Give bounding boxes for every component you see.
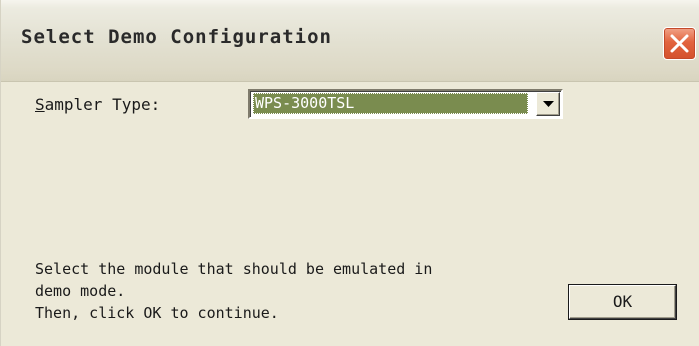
sampler-type-label-accelerator: S	[35, 95, 45, 114]
sampler-type-label-text: ampler Type:	[44, 95, 161, 114]
chevron-down-icon	[543, 101, 554, 107]
ok-button[interactable]: OK	[569, 285, 676, 319]
close-icon	[670, 34, 689, 53]
window-title: Select Demo Configuration	[21, 26, 332, 48]
instruction-line-3: Then, click OK to continue.	[35, 304, 279, 322]
close-button[interactable]	[663, 27, 696, 60]
sampler-type-label: Sampler Type:	[35, 95, 160, 114]
dropdown-arrow-button[interactable]	[536, 92, 560, 116]
sampler-type-selected-value: WPS-3000TSL	[253, 93, 528, 114]
title-bar[interactable]: Select Demo Configuration	[1, 0, 699, 82]
sampler-type-dropdown[interactable]: WPS-3000TSL	[248, 89, 563, 119]
instruction-line-1: Select the module that should be emulate…	[35, 260, 433, 278]
select-demo-configuration-dialog: Select Demo Configuration Sampler Type: …	[0, 0, 699, 346]
instruction-line-2: demo mode.	[35, 282, 126, 300]
